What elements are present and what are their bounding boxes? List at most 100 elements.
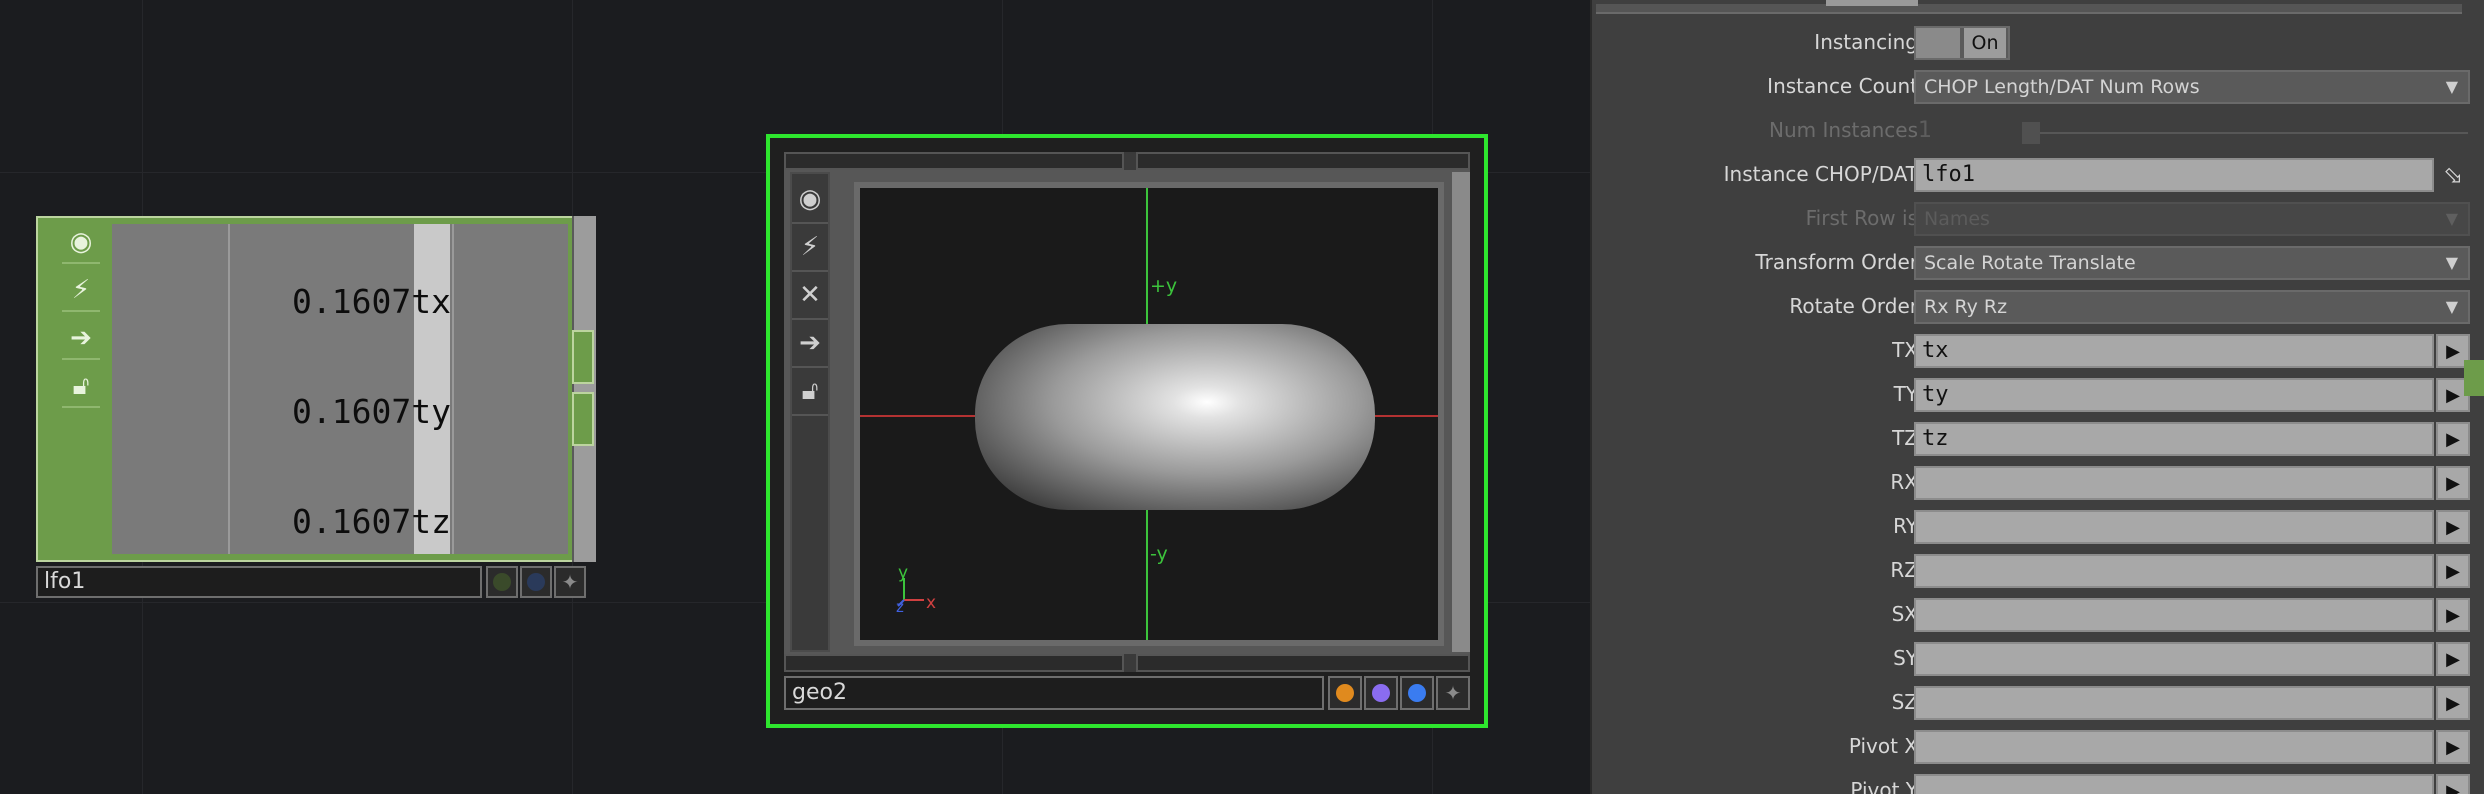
viewer-gridline	[228, 224, 230, 554]
lock-icon[interactable]: 🔓︎	[792, 368, 828, 416]
viewer-flag[interactable]	[1400, 676, 1434, 710]
param-label: Pivot X	[1848, 734, 1918, 758]
viewer-icon[interactable]: ◉	[792, 176, 828, 224]
channel-value: 0.1607tz	[292, 502, 451, 541]
chop-viewer[interactable]: 0.1607tx 0.1607ty 0.1607tz	[112, 224, 568, 554]
param-label: Instancing	[1814, 30, 1918, 54]
parameter-panel: Instancing On Instance Count CHOP Length…	[1590, 0, 2484, 794]
param-label: Rotate Order	[1789, 294, 1918, 318]
export-icon[interactable]: ➔	[792, 320, 828, 368]
param-label: First Row is	[1805, 206, 1918, 230]
num-instances-value: 1	[1918, 118, 1932, 143]
expand-arrow-icon[interactable]: ▶	[2436, 730, 2470, 764]
node-right-strip	[572, 216, 596, 562]
node-name-field[interactable]: lfo1	[36, 566, 482, 598]
rotate-order-menu[interactable]: Rx Ry Rz ▼	[1914, 290, 2470, 324]
param-row-first-row: First Row is Names ▼	[1592, 198, 2484, 238]
tx-field[interactable]: tx	[1914, 334, 2434, 368]
ty-field[interactable]: ty	[1914, 378, 2434, 412]
gizmo-x-label: x	[926, 593, 936, 613]
chevron-down-icon: ▼	[2445, 297, 2458, 316]
output-connector[interactable]	[572, 330, 594, 384]
minus-y-label: -y	[1150, 543, 1168, 565]
export-icon[interactable]: ➔	[62, 318, 100, 360]
param-row-tz: TZ tz ▶	[1592, 418, 2484, 458]
sx-field[interactable]	[1914, 598, 2434, 632]
geo2-node[interactable]: ◉ ⚡ ✕ ➔ 🔓︎ +y -y y x z geo2 ✦	[766, 134, 1488, 728]
param-row-pivot-y: Pivot Y ▶	[1592, 770, 2484, 794]
param-row-pivot-x: Pivot X ▶	[1592, 726, 2484, 766]
expand-arrow-icon[interactable]: ▶	[2436, 554, 2470, 588]
toggle-label: On	[1964, 28, 2006, 58]
active-page-indicator[interactable]	[1826, 0, 1918, 6]
pivot-y-field[interactable]	[1914, 774, 2434, 794]
chevron-down-icon: ▼	[2445, 209, 2458, 228]
cook-flag-icon[interactable]: ✦	[554, 566, 586, 598]
render-flag[interactable]	[520, 566, 552, 598]
first-row-menu: Names ▼	[1914, 202, 2470, 236]
menu-value: CHOP Length/DAT Num Rows	[1924, 76, 2200, 98]
expand-arrow-icon[interactable]: ▶	[2436, 422, 2470, 456]
expand-arrow-icon[interactable]: ▶	[2436, 686, 2470, 720]
render-flag[interactable]	[1364, 676, 1398, 710]
instance-chop-field[interactable]: lfo1	[1914, 158, 2434, 192]
panel-header-line	[1596, 0, 2462, 14]
node-name-field[interactable]: geo2	[784, 676, 1324, 710]
menu-value: Rx Ry Rz	[1924, 296, 2008, 318]
plus-y-label: +y	[1150, 275, 1177, 297]
node-bottom-connectors	[784, 654, 1470, 672]
node-icon-column: ◉ ⚡ ➔ 🔓︎	[58, 218, 104, 560]
rx-field[interactable]	[1914, 466, 2434, 500]
lfo1-node[interactable]: ◉ ⚡ ➔ 🔓︎ 0.1607tx 0.1607ty 0.1607tz lfo1…	[36, 216, 596, 600]
tz-field[interactable]: tz	[1914, 422, 2434, 456]
param-row-sy: SY ▶	[1592, 638, 2484, 678]
instancing-toggle[interactable]: On	[1914, 26, 2010, 60]
bottom-connector[interactable]	[1136, 654, 1470, 672]
expand-arrow-icon[interactable]: ▶	[2436, 466, 2470, 500]
param-row-instancing: Instancing On	[1592, 22, 2484, 62]
channel-value: 0.1607tx	[292, 282, 451, 321]
param-label: Num Instances	[1769, 118, 1918, 142]
expand-arrow-icon[interactable]: ▶	[2436, 598, 2470, 632]
param-row-sz: SZ ▶	[1592, 682, 2484, 722]
edge-connector	[2464, 360, 2484, 396]
expand-arrow-icon[interactable]: ▶	[2436, 510, 2470, 544]
param-row-sx: SX ▶	[1592, 594, 2484, 634]
display-flag[interactable]	[1328, 676, 1362, 710]
bypass-icon[interactable]: ⚡	[62, 270, 100, 312]
param-row-instance-chop: Instance CHOP/DAT lfo1 ⬂	[1592, 154, 2484, 194]
param-row-rx: RX ▶	[1592, 462, 2484, 502]
transform-order-menu[interactable]: Scale Rotate Translate ▼	[1914, 246, 2470, 280]
output-connector[interactable]	[572, 392, 594, 446]
instanced-geometry	[975, 324, 1375, 510]
instance-count-menu[interactable]: CHOP Length/DAT Num Rows ▼	[1914, 70, 2470, 104]
expand-arrow-icon[interactable]: ▶	[2436, 774, 2470, 794]
channel-value: 0.1607ty	[292, 392, 451, 431]
sy-field[interactable]	[1914, 642, 2434, 676]
ry-field[interactable]	[1914, 510, 2434, 544]
param-label: Instance CHOP/DAT	[1723, 162, 1918, 186]
num-instances-slider-track	[2022, 132, 2468, 134]
close-icon[interactable]: ✕	[792, 272, 828, 320]
lock-icon[interactable]: 🔓︎	[62, 366, 100, 408]
viewer-icon[interactable]: ◉	[62, 222, 100, 264]
num-instances-slider-handle	[2022, 122, 2040, 144]
gizmo-z-label: z	[896, 598, 904, 616]
chevron-down-icon: ▼	[2445, 253, 2458, 272]
sz-field[interactable]	[1914, 686, 2434, 720]
param-row-rz: RZ ▶	[1592, 550, 2484, 590]
display-flag[interactable]	[486, 566, 518, 598]
pivot-x-field[interactable]	[1914, 730, 2434, 764]
param-label: Instance Count	[1767, 74, 1918, 98]
cook-flag-icon[interactable]: ✦	[1436, 676, 1470, 710]
bypass-icon[interactable]: ⚡	[792, 224, 828, 272]
3d-viewport[interactable]: +y -y y x z	[854, 182, 1444, 646]
drag-target-arrow-icon[interactable]: ⬂	[2436, 158, 2470, 192]
top-connector[interactable]	[1136, 152, 1470, 170]
top-connector[interactable]	[784, 152, 1124, 170]
expand-arrow-icon[interactable]: ▶	[2436, 642, 2470, 676]
viewport-canvas: +y -y y x z	[860, 188, 1438, 640]
rz-field[interactable]	[1914, 554, 2434, 588]
param-row-tx: TX tx ▶	[1592, 330, 2484, 370]
bottom-connector[interactable]	[784, 654, 1124, 672]
